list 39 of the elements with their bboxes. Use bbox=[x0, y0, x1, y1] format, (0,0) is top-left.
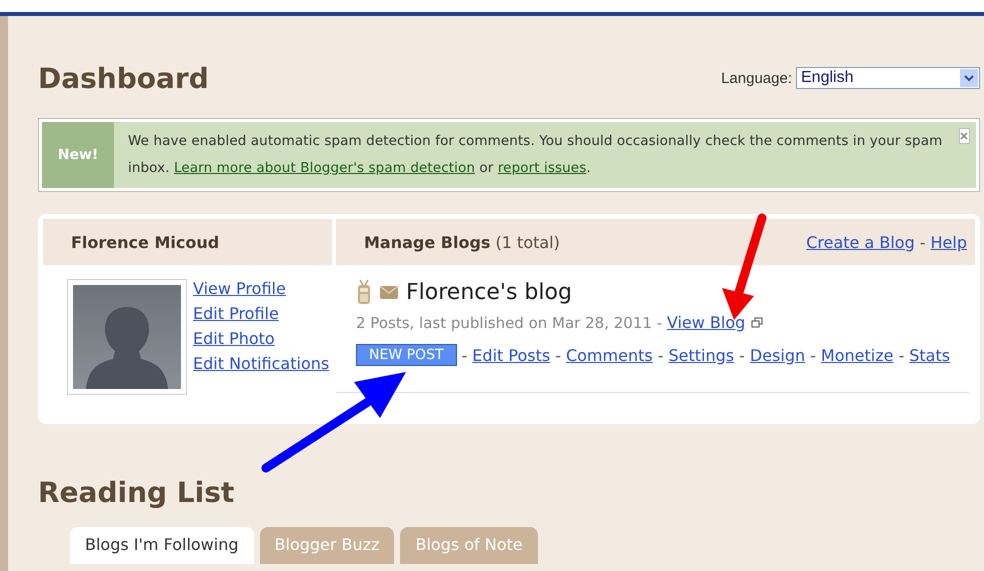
profile-name: Florence Micoud bbox=[71, 232, 220, 252]
blog-action-link[interactable]: Stats bbox=[909, 346, 950, 364]
language-label: Language: bbox=[721, 70, 792, 86]
profile-link[interactable]: Edit Notifications bbox=[193, 354, 330, 373]
close-icon bbox=[960, 132, 968, 140]
blog-title: Florence's blog bbox=[406, 280, 572, 304]
blog-action-link[interactable]: Comments bbox=[566, 346, 653, 364]
report-issues-link[interactable]: report issues bbox=[498, 160, 586, 176]
separator: - bbox=[658, 346, 664, 364]
spam-detection-link[interactable]: Learn more about Blogger's spam detection bbox=[174, 160, 476, 176]
profile-link[interactable]: Edit Profile bbox=[193, 304, 330, 323]
help-link[interactable]: Help bbox=[930, 232, 967, 252]
blog-meta: 2 Posts, last published on Mar 28, 2011 - bbox=[356, 314, 664, 332]
language-select[interactable]: English bbox=[796, 67, 980, 89]
new-window-icon bbox=[751, 316, 764, 328]
separator: - bbox=[810, 346, 816, 364]
separator: - bbox=[555, 346, 561, 364]
create-blog-link[interactable]: Create a Blog bbox=[806, 232, 915, 252]
separator: - bbox=[898, 346, 904, 364]
view-blog-link[interactable]: View Blog bbox=[666, 313, 746, 332]
chevron-down-icon bbox=[964, 74, 974, 82]
blog-action-link[interactable]: Monetize bbox=[820, 346, 894, 364]
page-title: Dashboard bbox=[38, 62, 209, 94]
separator: - bbox=[462, 346, 468, 364]
blog-action-link[interactable]: Design bbox=[750, 346, 806, 364]
blog-action-link[interactable]: Edit Posts bbox=[472, 346, 550, 364]
blog-action-link[interactable]: Settings bbox=[668, 346, 734, 364]
separator: - bbox=[920, 232, 926, 252]
envelope-icon bbox=[380, 286, 398, 298]
notice-text: We have enabled automatic spam detection for comments. You should occasionally check the comments in your spam inbox. Learn more about Blogger's spam detection or report issues. bbox=[128, 132, 944, 178]
close-button[interactable] bbox=[958, 128, 970, 144]
tab[interactable]: Blogs I'm Following bbox=[70, 527, 254, 564]
separator: - bbox=[739, 346, 745, 364]
section-title: Reading List bbox=[38, 476, 236, 509]
profile-link[interactable]: View Profile bbox=[193, 279, 330, 298]
mobile-phone-icon bbox=[356, 279, 372, 305]
profile-link[interactable]: Edit Photo bbox=[193, 329, 330, 348]
manage-blogs-title: Manage Blogs (1 total) bbox=[364, 232, 560, 252]
new-badge: New! bbox=[42, 122, 114, 188]
